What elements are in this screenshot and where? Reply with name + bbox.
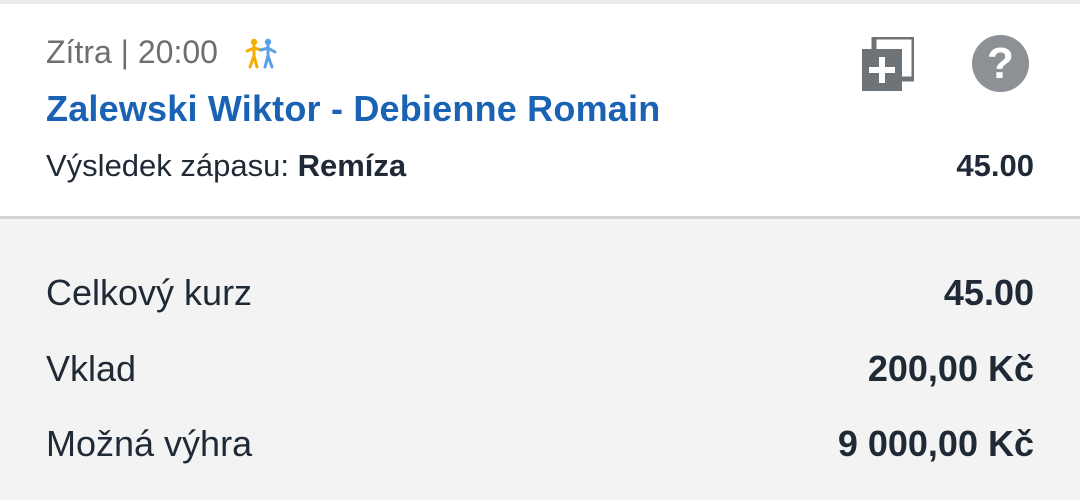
stake-label: Vklad <box>46 348 137 389</box>
selection-odds: 45.00 <box>956 148 1034 183</box>
total-odds-label: Celkový kurz <box>46 272 253 313</box>
total-odds-value: 45.00 <box>943 272 1034 313</box>
fighting-sport-icon <box>244 36 278 70</box>
bet-selection-card: Zítra | 20:00 ? Zalewski Wiktor - Debien… <box>0 4 1080 216</box>
add-to-betslip-button[interactable] <box>862 34 917 91</box>
section-divider <box>0 216 1080 219</box>
stake-value: 200,00 Kč <box>867 348 1034 389</box>
market-label: Výsledek zápasu: <box>46 148 289 183</box>
event-date-time: Zítra | 20:00 <box>46 34 218 70</box>
possible-win-label: Možná výhra <box>46 423 253 464</box>
add-copy-icon <box>862 34 917 91</box>
event-meta: Zítra | 20:00 <box>46 34 278 71</box>
help-button[interactable]: ? <box>972 35 1029 92</box>
possible-win-row: Možná výhra 9 000,00 Kč <box>46 423 1034 465</box>
selected-pick: Remíza <box>297 148 407 183</box>
possible-win-value: 9 000,00 Kč <box>837 423 1034 464</box>
stake-row: Vklad 200,00 Kč <box>46 348 1034 390</box>
total-odds-row: Celkový kurz 45.00 <box>46 272 1034 314</box>
help-icon: ? <box>987 38 1014 88</box>
market-line: Výsledek zápasu: Remíza <box>46 148 406 184</box>
match-title[interactable]: Zalewski Wiktor - Debienne Romain <box>46 88 660 130</box>
